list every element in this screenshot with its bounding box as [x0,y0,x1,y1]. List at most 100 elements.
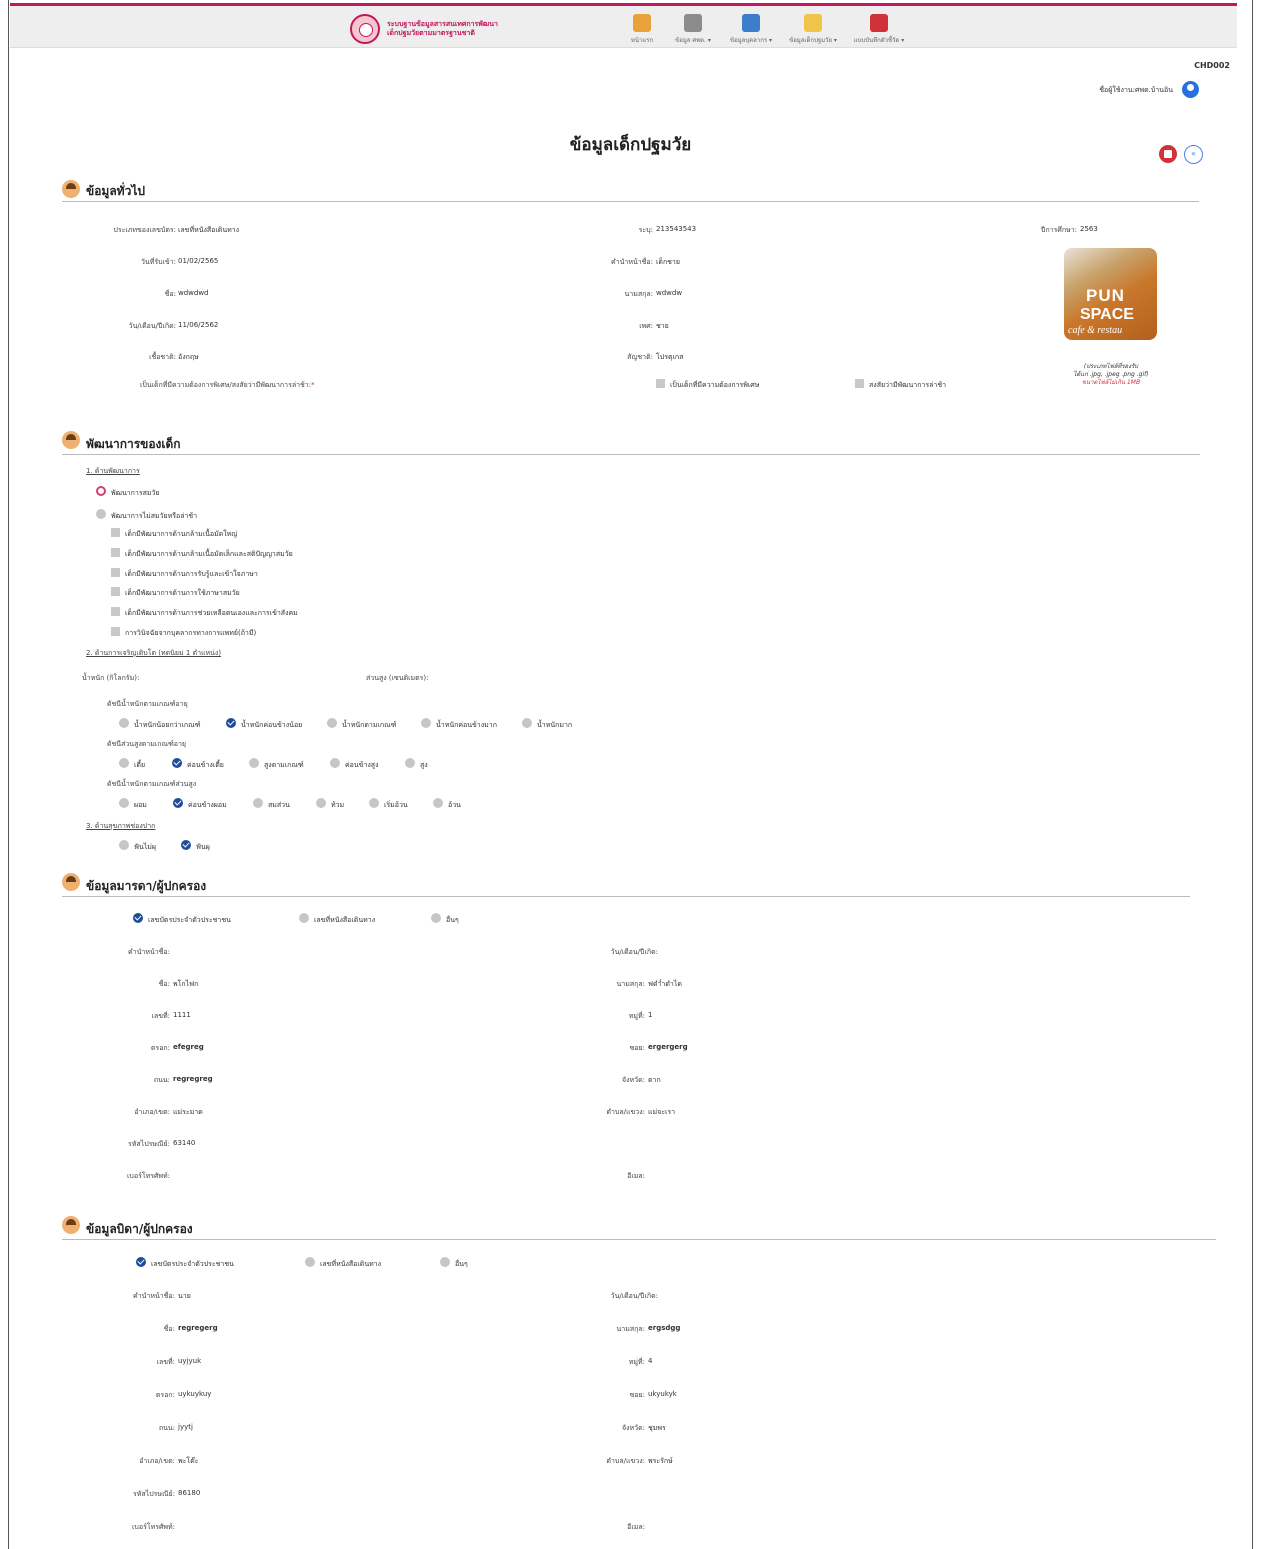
nav-center-info[interactable]: ข้อมูล ศพด. ▾ [668,14,718,48]
wfh-option-label: ค่อนข้างผอม [188,801,227,809]
wfh-radio-selected[interactable] [173,798,183,808]
wfh-radio[interactable] [253,798,263,808]
dev-item-checkbox[interactable] [111,607,120,616]
wfa-radio[interactable] [327,718,337,728]
dev-section3-title: 3. ด้านสุขภาพช่องปาก [86,822,156,830]
father-houseno-value: uyjyuk [178,1357,202,1365]
father-id-other-radio[interactable] [440,1257,450,1267]
section-development-title: พัฒนาการของเด็ก [86,437,181,451]
wfa-radio[interactable] [119,718,129,728]
wfh-radio[interactable] [119,798,129,808]
dev-section2-title: 2. ด้านการเจริญเติบโต (ทดนิยม 1 ตำแหน่ง) [86,649,222,657]
divider [62,1239,1216,1240]
wfa-radio[interactable] [522,718,532,728]
special-needs-checkbox[interactable] [656,379,665,388]
name-value: wdwdwd [178,289,209,297]
mother-surname-label: นามสกุล: [616,980,646,988]
mother-province-label: จังหวัด: [622,1076,645,1084]
year-label: ปีการศึกษา: [1041,226,1077,234]
mother-province-value: ตาก [648,1076,661,1084]
father-road-label: ถนน: [158,1424,175,1432]
father-alley-value: uykuykuy [178,1390,212,1398]
nav-indicator-report-label: แบบบันทึกตัวชี้วัด ▾ [853,37,905,44]
hfa-radio[interactable] [405,758,415,768]
nav-personnel[interactable]: ข้อมูลบุคลากร ▾ [723,14,779,48]
org-logo [350,14,380,44]
wfh-radio[interactable] [433,798,443,808]
dob-value: 11/06/2562 [178,321,219,329]
dev-item-label: เด็กมีพัฒนาการด้านกล้ามเนื้อมัดใหญ่ [125,530,238,538]
save-button[interactable] [1159,145,1177,163]
hfa-radio-selected[interactable] [172,758,182,768]
mother-houseno-value: 1111 [173,1011,191,1019]
dev-item-checkbox[interactable] [111,548,120,557]
dev-item-checkbox[interactable] [111,568,120,577]
wfa-option-label: น้ำหนักค่อนข้างมาก [436,721,497,729]
weight-label: น้ำหนัก (กิโลกรัม): [82,674,140,682]
special-needs-label: เป็นเด็กที่มีความต้องการพิเศษ/สงสัยว่ามี… [140,381,315,389]
entry-date-value: 01/02/2565 [178,257,219,265]
hfa-option-label: ค่อนข้างเตี้ย [187,761,224,769]
father-postal-value: 86180 [178,1489,201,1497]
user-icon[interactable] [1182,81,1199,98]
mother-moo-label: หมู่ที่: [628,1012,645,1020]
dev-item-checkbox[interactable] [111,528,120,537]
wfa-radio[interactable] [421,718,431,728]
id-type-value: เลขที่หนังสือเดินทาง [178,226,240,234]
back-button[interactable]: « [1184,145,1203,164]
delayed-development-radio[interactable] [96,509,106,519]
mother-id-citizen-radio[interactable] [133,913,143,923]
nav-children[interactable]: ข้อมูลเด็กปฐมวัย ▾ [782,14,844,48]
prefix-value: เด็กชาย [656,258,680,266]
nav-home[interactable]: หน้าแรก [622,14,662,48]
dev-item-checkbox[interactable] [111,627,120,636]
oral-option-label: ฟันไม่ผุ [134,843,156,851]
child-folder-icon [804,14,822,32]
wfh-radio[interactable] [369,798,379,808]
mother-road-label: ถนน: [153,1076,170,1084]
wfh-option-label: ท้วม [331,801,345,809]
mother-moo-value: 1 [648,1011,653,1019]
wfa-radio-selected[interactable] [226,718,236,728]
normal-development-radio[interactable] [96,486,106,496]
nav-indicator-report[interactable]: แบบบันทึกตัวชี้วัด ▾ [846,14,912,48]
nav-home-label: หน้าแรก [630,37,654,44]
father-id-passport-radio[interactable] [305,1257,315,1267]
page-code: CHD002 [1194,61,1230,70]
specify-value: 213543543 [656,225,697,233]
nationality-label: สัญชาติ: [627,353,653,361]
father-district-label: อำเภอ/เขต: [139,1457,175,1465]
divider [62,454,1200,455]
hfa-option-label: สูงตามเกณฑ์ [264,761,304,769]
hfa-radio[interactable] [330,758,340,768]
hfa-radio[interactable] [119,758,129,768]
mother-houseno-label: เลขที่: [151,1012,170,1020]
dev-item-checkbox[interactable] [111,587,120,596]
wfh-radio[interactable] [316,798,326,808]
weight-for-age-label: ดัชนีน้ำหนักตามเกณฑ์อายุ [107,700,188,708]
suspected-delay-checkbox[interactable] [855,379,864,388]
father-soi-value: ukyukyk [648,1390,677,1398]
mother-soi-value: ergergerg [648,1043,688,1051]
father-id-citizen-radio[interactable] [136,1257,146,1267]
mother-alley-label: ตรอก: [150,1044,170,1052]
dev-item-label: เด็กมีพัฒนาการด้านการใช้ภาษาสมวัย [125,589,240,597]
photo-upload-note: (ประเภทไฟล์ที่รองรับ ได้แก่ .jpg, .jpeg … [1073,363,1149,386]
mother-id-other-radio[interactable] [431,913,441,923]
wfa-option-label: น้ำหนักน้อยกว่าเกณฑ์ [134,721,201,729]
delayed-development-label: พัฒนาการไม่สมวัยหรือล่าช้า [111,512,198,520]
mother-id-passport-radio[interactable] [299,913,309,923]
hfa-option-label: ค่อนข้างสูง [345,761,379,769]
father-moo-value: 4 [648,1357,653,1365]
child-icon [62,180,80,198]
mother-subdistrict-label: ตำบล/แขวง: [606,1108,645,1116]
hfa-radio[interactable] [249,758,259,768]
oral-radio-selected[interactable] [181,840,191,850]
divider [62,201,1199,202]
mother-name-value: พโกไฟก [173,980,199,988]
child-photo[interactable]: PUN SPACE cafe & restau [1064,248,1157,340]
dev-item-label: การวินิจฉัยจากบุคลากรทางการแพทย์(ถ้ามี) [125,629,257,637]
prefix-label: คำนำหน้าชื่อ: [611,258,653,266]
oral-radio[interactable] [119,840,129,850]
father-province-label: จังหวัด: [622,1424,645,1432]
